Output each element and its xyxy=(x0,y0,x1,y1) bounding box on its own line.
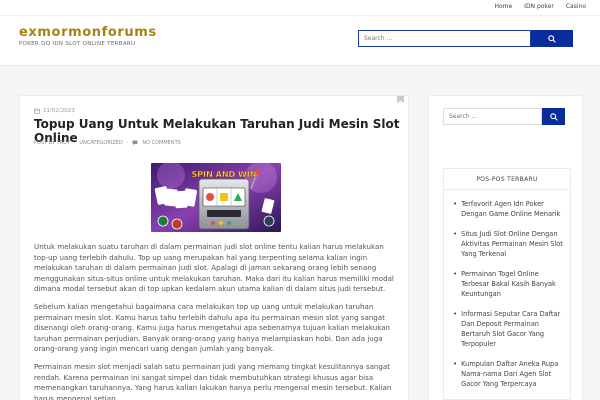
search-icon xyxy=(549,112,558,121)
header-search-button[interactable] xyxy=(531,30,573,47)
site-title[interactable]: exmormonforums xyxy=(19,25,157,40)
recent-post-link[interactable]: Informasi Seputar Cara Daftar Dan Deposi… xyxy=(461,309,564,349)
header-search-form xyxy=(358,30,573,47)
nav-home-link[interactable]: Home xyxy=(494,3,512,10)
recent-posts-list: • Terfavorit Agen Idn Poker Dengan Game O… xyxy=(444,190,570,389)
nav-idn-poker-link[interactable]: IDN poker xyxy=(524,3,554,10)
post-article: 11/02/2023 Topup Uang Untuk Melakukan Ta… xyxy=(19,95,409,400)
post-featured-image[interactable]: SPIN AND WIN xyxy=(151,163,281,232)
calendar-icon xyxy=(34,108,40,114)
meta-separator: · xyxy=(126,140,129,146)
recent-post-link[interactable]: Terfavorit Agen Idn Poker Dengan Game On… xyxy=(461,199,564,219)
recent-post-item[interactable]: • Informasi Seputar Cara Daftar Dan Depos… xyxy=(453,309,564,349)
nav-casino-link[interactable]: Casino xyxy=(566,3,586,10)
bullet-icon: • xyxy=(453,270,458,278)
site-header: exmormonforums POKER QQ IDN SLOT ONLINE … xyxy=(0,16,600,66)
sidebar-search-form xyxy=(443,108,565,125)
bullet-icon: • xyxy=(453,310,458,318)
sidebar: POS-POS TERBARU •Terfavorit Agen Idn Pok… xyxy=(428,95,583,400)
comment-icon xyxy=(132,140,138,146)
top-bar: Home IDN poker Casino xyxy=(0,0,600,16)
post-author[interactable]: POST BY TROY xyxy=(34,140,70,146)
slot-machine-illustration: SPIN AND WIN xyxy=(151,163,281,232)
bullet-icon: • xyxy=(453,360,458,368)
search-icon xyxy=(548,34,556,43)
recent-post-item[interactable]: • Permainan Togel Online Terbesar Bakal K… xyxy=(453,269,564,299)
image-spin-and-win-text: SPIN AND WIN xyxy=(192,170,257,179)
header-search-input[interactable] xyxy=(358,30,531,47)
post-paragraph: Permainan mesin slot menjadi salah satu … xyxy=(34,361,392,400)
recent-posts-widget: POS-POS TERBARU • Terfavorit Agen Idn Pok… xyxy=(443,168,571,400)
post-comments[interactable]: NO COMMENTS xyxy=(142,140,180,146)
recent-post-item[interactable]: • Terfavorit Agen Idn Poker Dengan Game O… xyxy=(453,199,564,219)
site-description: POKER QQ IDN SLOT ONLINE TERBARU xyxy=(19,41,136,47)
post-date-text: 11/02/2023 xyxy=(43,108,75,114)
sidebar-search-input[interactable] xyxy=(443,108,542,125)
post-meta: POST BY TROY · UNCATEGORIZED · NO COMMEN… xyxy=(34,140,181,146)
bookmark-icon xyxy=(397,96,404,103)
recent-post-item[interactable]: • Situs Judi Slot Online Dengan Aktivitas… xyxy=(453,229,564,259)
post-date: 11/02/2023 xyxy=(34,108,75,114)
recent-post-link[interactable]: Permainan Togel Online Terbesar Bakal Ka… xyxy=(461,269,564,299)
post-paragraph: Sebelum kalian mengetahui bagaimana cara… xyxy=(34,301,391,354)
bullet-icon: • xyxy=(453,230,458,238)
recent-post-link[interactable]: Kumpulan Daftar Aneka Rupa Nama-nama Dar… xyxy=(461,359,564,389)
recent-post-item[interactable]: • Kumpulan Daftar Aneka Rupa Nama-nama Da… xyxy=(453,359,564,389)
sidebar-search-button[interactable] xyxy=(542,108,565,125)
top-nav: Home IDN poker Casino xyxy=(494,3,586,10)
post-paragraph: Untuk melakukan suatu taruhan di dalam p… xyxy=(34,242,394,294)
recent-post-link[interactable]: Situs Judi Slot Online Dengan Aktivitas … xyxy=(461,229,564,259)
post-category[interactable]: UNCATEGORIZED xyxy=(79,140,122,146)
bullet-icon: • xyxy=(453,200,458,208)
recent-posts-title: POS-POS TERBARU xyxy=(444,169,570,190)
meta-separator: · xyxy=(73,140,76,146)
post-content: Untuk melakukan suatu taruhan di dalam p… xyxy=(34,242,399,400)
